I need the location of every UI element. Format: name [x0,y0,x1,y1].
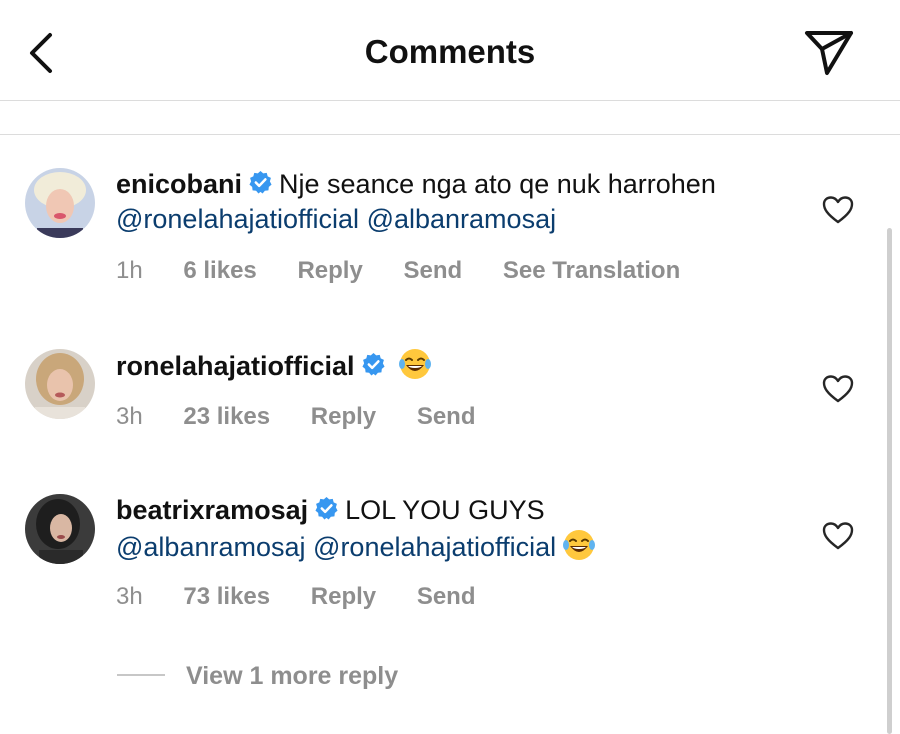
laughing-tears-emoji-icon [563,530,596,560]
comment-meta: 3h 23 likes Reply Send [116,402,510,432]
scrollbar[interactable] [887,228,892,734]
comment-username[interactable]: ronelahajatiofficial [116,351,355,381]
reply-button[interactable]: Reply [297,257,362,284]
view-more-replies-button[interactable]: View 1 more reply [186,661,398,691]
comment-text: enicobani Nje seance nga ato qe nuk harro… [116,167,796,237]
verified-badge-icon [249,171,272,194]
comment-text: ronelahajatiofficial [116,347,796,384]
verified-badge-icon [315,497,338,520]
avatar-ronelahajatiofficial[interactable] [25,349,95,419]
send-button[interactable]: Send [417,403,476,430]
comment-username[interactable]: beatrixramosaj [116,495,308,525]
reply-button[interactable]: Reply [311,583,376,610]
send-button[interactable]: Send [417,583,476,610]
heart-icon[interactable] [822,374,854,404]
paper-plane-icon [805,31,853,75]
comment-body: Nje seance nga ato qe nuk harrohen [279,169,716,199]
comment-body: LOL YOU GUYS [345,495,545,525]
heart-icon[interactable] [822,195,854,225]
comment-text: beatrixramosaj LOL YOU GUYS @albanramosaj… [116,493,796,565]
header-bar: Comments [0,0,900,101]
comment-timestamp: 3h [116,583,143,610]
likes-count[interactable]: 23 likes [183,403,270,430]
comment-meta: 3h 73 likes Reply Send [116,582,510,612]
replies-divider-line [117,674,165,676]
comment-meta: 1h 6 likes Reply Send See Translation [116,256,714,286]
avatar-enicobani[interactable] [25,168,95,238]
avatar-beatrixramosaj[interactable] [25,494,95,564]
comment-username[interactable]: enicobani [116,169,242,199]
verified-badge-icon [362,353,385,376]
likes-count[interactable]: 6 likes [183,257,256,284]
reply-button[interactable]: Reply [311,403,376,430]
laughing-tears-emoji-icon [398,349,431,379]
send-button[interactable]: Send [403,257,462,284]
likes-count[interactable]: 73 likes [183,583,270,610]
comment-timestamp: 3h [116,403,143,430]
mention-link[interactable]: @albanramosaj [367,204,557,234]
mention-link[interactable]: @albanramosaj [116,532,306,562]
mention-link[interactable]: @ronelahajatiofficial [313,532,556,562]
comment-timestamp: 1h [116,257,143,284]
share-button[interactable] [800,28,856,76]
page-title: Comments [364,33,536,70]
heart-icon[interactable] [822,521,854,551]
see-translation-button[interactable]: See Translation [503,257,680,284]
mention-link[interactable]: @ronelahajatiofficial [116,204,359,234]
divider [0,134,900,135]
